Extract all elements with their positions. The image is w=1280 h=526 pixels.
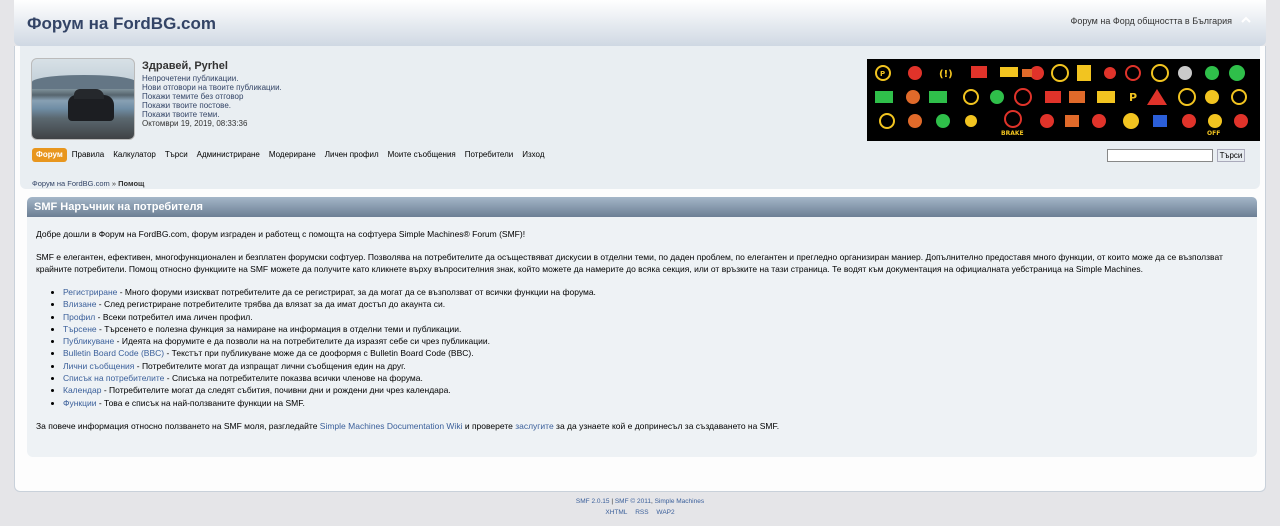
user-links: Непрочетени публикации. Нови отговори на… bbox=[142, 74, 282, 128]
list-item: Списък на потребителите - Списъка на пот… bbox=[63, 372, 1248, 384]
breadcrumb-current: Помощ bbox=[118, 179, 145, 188]
list-item: Публикуване - Идеята на форумите е да по… bbox=[63, 335, 1248, 347]
top-header: Форум на FordBG.com Форум на Форд общнос… bbox=[14, 0, 1266, 46]
simple-machines-link[interactable]: Simple Machines bbox=[655, 498, 705, 505]
menu-item-members[interactable]: Потребители bbox=[461, 148, 517, 162]
section-header: SMF Наръчник на потребителя bbox=[27, 197, 1257, 217]
user-greeting: Здравей, Pyrhel bbox=[142, 60, 228, 72]
feature-link[interactable]: Профил bbox=[63, 312, 95, 322]
new-replies-link[interactable]: Нови отговори на твоите публикации. bbox=[142, 83, 282, 92]
list-item: Лични съобщения - Потребителите могат да… bbox=[63, 360, 1248, 372]
rss-link[interactable]: RSS bbox=[635, 509, 648, 516]
svg-text:P: P bbox=[880, 70, 885, 78]
help-content: Добре дошли в Форум на FordBG.com, форум… bbox=[27, 217, 1257, 457]
list-item: Функции - Това е списък на най-ползванит… bbox=[63, 397, 1248, 409]
main-frame: Здравей, Pyrhel Непрочетени публикации. … bbox=[14, 46, 1266, 492]
current-date: Октомври 19, 2019, 08:33:36 bbox=[142, 119, 248, 128]
avatar bbox=[31, 58, 135, 140]
menu-item-calculator[interactable]: Калкулатор bbox=[109, 148, 160, 162]
dashboard-warning-lights-banner: P (!) P BRAKE OFF bbox=[867, 59, 1260, 141]
warning-lights-icon: P (!) P BRAKE OFF bbox=[875, 64, 1248, 137]
my-topics-link[interactable]: Покажи твоите теми. bbox=[142, 110, 220, 119]
menu-item-logout[interactable]: Изход bbox=[518, 148, 548, 162]
main-menu: Форум Правила Калкулатор Търси Администр… bbox=[32, 148, 550, 162]
user-section: Здравей, Pyrhel Непрочетени публикации. … bbox=[20, 46, 1260, 189]
svg-text:OFF: OFF bbox=[1207, 130, 1220, 137]
menu-item-admin[interactable]: Администриране bbox=[193, 148, 264, 162]
breadcrumb-root[interactable]: Форум на FordBG.com bbox=[32, 179, 110, 188]
smf-copyright-link[interactable]: SMF © 2011 bbox=[615, 498, 651, 505]
documentation-wiki-link[interactable]: Simple Machines Documentation Wiki bbox=[320, 421, 463, 431]
feature-link[interactable]: Функции bbox=[63, 398, 97, 408]
forum-slogan: Форум на Форд общността в България bbox=[1070, 16, 1232, 26]
smf-version-link[interactable]: SMF 2.0.15 bbox=[576, 498, 610, 505]
footer: SMF 2.0.15 | SMF © 2011, Simple Machines… bbox=[0, 496, 1280, 518]
section-title: SMF Наръчник на потребителя bbox=[34, 201, 203, 213]
xhtml-link[interactable]: XHTML bbox=[605, 509, 627, 516]
feature-link[interactable]: Лични съобщения bbox=[63, 361, 134, 371]
unread-posts-link[interactable]: Непрочетени публикации. bbox=[142, 74, 238, 83]
feature-link[interactable]: Влизане bbox=[63, 299, 96, 309]
search-button[interactable]: Търси bbox=[1217, 149, 1245, 162]
menu-item-profile[interactable]: Личен профил bbox=[321, 148, 383, 162]
svg-text:P: P bbox=[1129, 91, 1137, 104]
collapse-header-icon[interactable] bbox=[1238, 14, 1254, 30]
copyright-line: SMF 2.0.15 | SMF © 2011, Simple Machines bbox=[575, 498, 705, 505]
feature-link[interactable]: Регистриране bbox=[63, 287, 117, 297]
list-item: Търсене - Търсенето е полезна функция за… bbox=[63, 323, 1248, 335]
wap2-link[interactable]: WAP2 bbox=[656, 509, 674, 516]
menu-item-search[interactable]: Търси bbox=[161, 148, 192, 162]
feature-list: Регистриране - Много форуми изискват пот… bbox=[63, 286, 1248, 409]
search-input[interactable] bbox=[1107, 149, 1213, 162]
menu-item-forum[interactable]: Форум bbox=[32, 148, 67, 162]
menu-item-rules[interactable]: Правила bbox=[68, 148, 108, 162]
credits-link[interactable]: заслугите bbox=[515, 421, 553, 431]
my-posts-link[interactable]: Покажи твоите постове. bbox=[142, 101, 231, 110]
footer-links: XHTML RSS WAP2 bbox=[0, 507, 1280, 518]
svg-text:BRAKE: BRAKE bbox=[1001, 130, 1024, 137]
list-item: Календар - Потребителите могат да следят… bbox=[63, 384, 1248, 396]
breadcrumb-separator: » bbox=[111, 179, 117, 188]
list-item: Bulletin Board Code (BBC) - Текстът при … bbox=[63, 347, 1248, 359]
menu-item-moderation[interactable]: Модериране bbox=[265, 148, 320, 162]
intro-text: Добре дошли в Форум на FordBG.com, форум… bbox=[36, 229, 526, 239]
list-item: Влизане - След регистриране потребителит… bbox=[63, 298, 1248, 310]
feature-link[interactable]: Списък на потребителите bbox=[63, 373, 164, 383]
svg-text:(!): (!) bbox=[939, 69, 953, 80]
description-text: SMF е елегантен, ефективен, многофункцио… bbox=[36, 252, 1223, 274]
breadcrumb: Форум на FordBG.com » Помощ bbox=[32, 179, 144, 188]
feature-link[interactable]: Bulletin Board Code (BBC) bbox=[63, 348, 164, 358]
forum-title[interactable]: Форум на FordBG.com bbox=[27, 14, 216, 34]
outro-text: За повече информация относно ползването … bbox=[36, 420, 780, 431]
feature-link[interactable]: Публикуване bbox=[63, 336, 114, 346]
menu-item-messages[interactable]: Моите съобщения bbox=[384, 148, 460, 162]
list-item: Профил - Всеки потребител има личен проф… bbox=[63, 311, 1248, 323]
feature-link[interactable]: Търсене bbox=[63, 324, 97, 334]
unanswered-topics-link[interactable]: Покажи темите без отговор bbox=[142, 92, 243, 101]
feature-link[interactable]: Календар bbox=[63, 385, 101, 395]
list-item: Регистриране - Много форуми изискват пот… bbox=[63, 286, 1248, 298]
